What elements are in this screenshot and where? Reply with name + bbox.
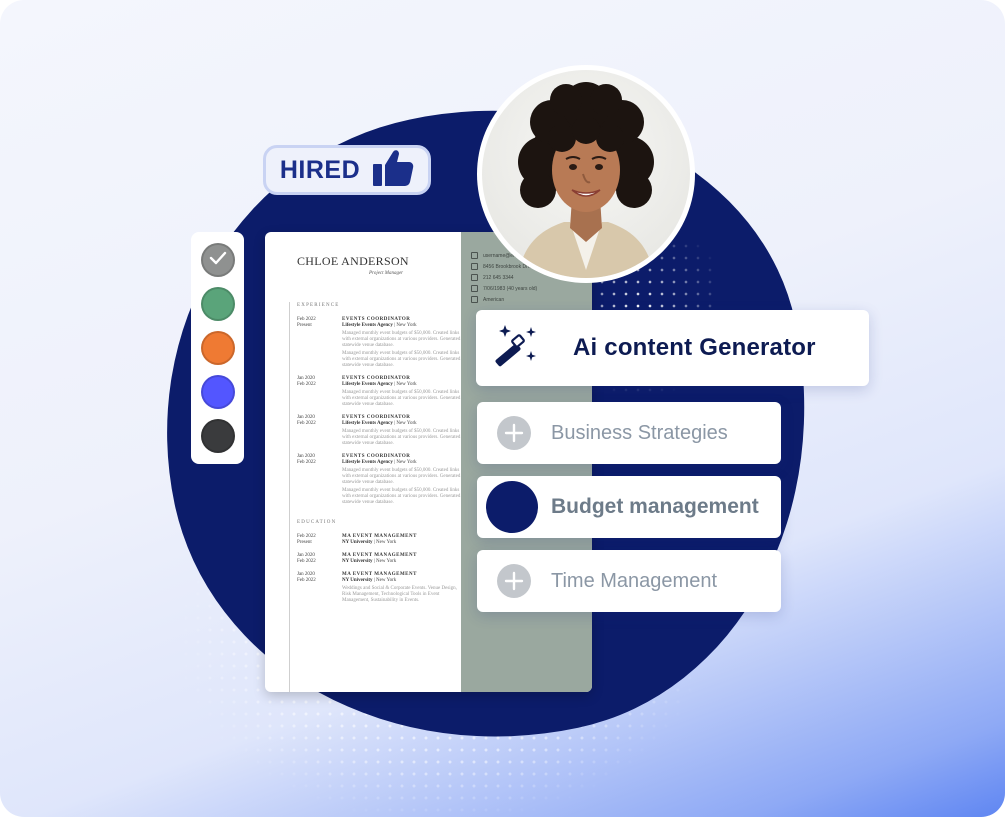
swatch-green[interactable] [200, 287, 235, 321]
resume-name: CHLOE ANDERSON [297, 254, 409, 268]
education-entry: Jan 2020 Feb 2022 MA EVENT MANAGEMENT NY … [297, 553, 417, 564]
skill-business-strategies[interactable]: Business Strategies [477, 402, 781, 464]
swatch-gray[interactable] [200, 243, 235, 277]
resume-main-column: CHLOE ANDERSON Project Manager EXPERIENC… [265, 232, 461, 692]
candidate-avatar [477, 65, 695, 283]
swatch-charcoal[interactable] [200, 419, 235, 453]
experience-entry: Jan 2020 Feb 2022 EVENTS COORDINATOR Life… [297, 454, 461, 505]
contact-birthdate: 7/06/1983 (40 years old) [471, 285, 592, 292]
phone-icon [471, 274, 478, 281]
experience-heading: EXPERIENCE [297, 303, 340, 308]
ai-content-generator-label: Ai content Generator [573, 334, 816, 361]
skill-label: Business Strategies [551, 421, 728, 444]
selected-indicator [486, 481, 538, 533]
color-palette [191, 232, 244, 464]
calendar-icon [471, 285, 478, 292]
ai-content-generator-button[interactable]: Ai content Generator [476, 310, 869, 386]
plus-icon[interactable] [497, 416, 531, 450]
location-icon [471, 263, 478, 270]
thumbs-up-icon [372, 149, 414, 192]
experience-entry: Jan 2020 Feb 2022 EVENTS COORDINATOR Life… [297, 376, 461, 407]
swatch-orange[interactable] [200, 331, 235, 365]
education-entry: Feb 2022 Present MA EVENT MANAGEMENT NY U… [297, 534, 417, 545]
skill-time-management[interactable]: Time Management [477, 550, 781, 612]
resume-job-title: Project Manager [369, 271, 404, 276]
skill-label: Budget management [551, 495, 759, 518]
experience-entry: Feb 2022 Present EVENTS COORDINATOR Lifes… [297, 317, 461, 368]
hero-illustration: HIRED CHLOE ANDERSON Project Manager EXP… [0, 0, 1005, 817]
skill-label: Time Management [551, 569, 717, 592]
avatar-photo [482, 70, 690, 278]
plus-icon[interactable] [497, 564, 531, 598]
checkmark-icon [209, 251, 227, 270]
hired-label: HIRED [279, 155, 361, 184]
mail-icon [471, 252, 478, 259]
skill-budget-management[interactable]: Budget management [477, 476, 781, 538]
globe-icon [471, 296, 478, 303]
magic-wand-icon [491, 323, 539, 374]
education-entry: Jan 2020 Feb 2022 MA EVENT MANAGEMENT NY … [297, 572, 457, 603]
hired-badge: HIRED [263, 145, 431, 195]
experience-entry: Jan 2020 Feb 2022 EVENTS COORDINATOR Life… [297, 415, 461, 446]
education-heading: EDUCATION [297, 520, 337, 525]
swatch-violet[interactable] [200, 375, 235, 409]
contact-nationality: American [471, 296, 592, 303]
